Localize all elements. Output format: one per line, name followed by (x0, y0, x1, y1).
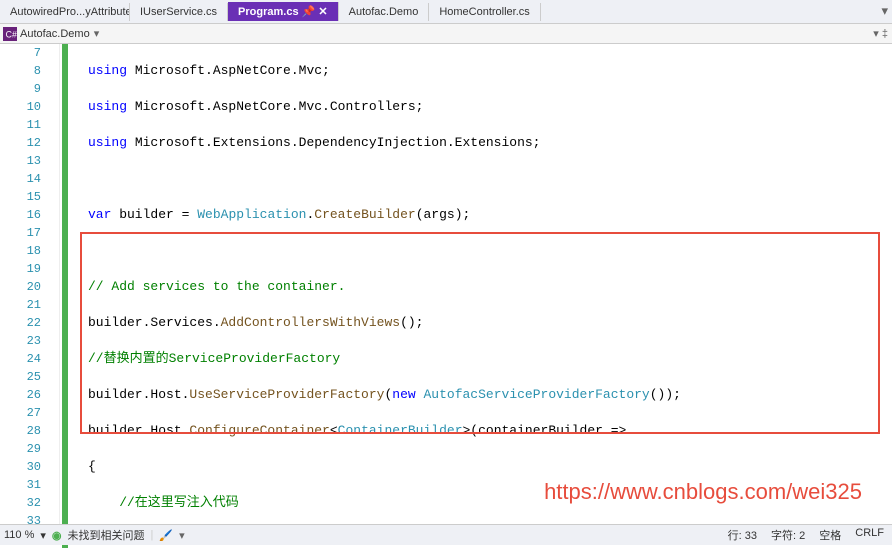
chevron-down-icon[interactable]: ▾ (94, 27, 100, 40)
divider: | (151, 529, 154, 541)
brush-icon[interactable]: 🖌️ (159, 529, 173, 542)
tab-autofacdemo[interactable]: Autofac.Demo (339, 3, 430, 21)
breadcrumb-bar: C# Autofac.Demo ▾ ▾ ‡ (0, 24, 892, 44)
zoom-level[interactable]: 110 % (4, 529, 34, 541)
tab-homecontroller[interactable]: HomeController.cs (429, 3, 540, 21)
tab-program-label: Program.cs (238, 6, 299, 18)
pin-icon[interactable]: 📌 (302, 6, 316, 18)
tab-overflow-icon[interactable]: ▾ (881, 4, 888, 19)
breadcrumb-project[interactable]: Autofac.Demo (20, 28, 90, 40)
chevron-down-icon[interactable]: ▾ (179, 529, 185, 542)
line-ending[interactable]: CRLF (855, 527, 884, 543)
caret-line: 行: 33 (728, 527, 757, 543)
status-bar: 110 % ▾ ◉ 未找到相关问题 | 🖌️ ▾ 行: 33 字符: 2 空格 … (0, 524, 892, 545)
zoom-dropdown-icon[interactable]: ▾ (40, 529, 46, 542)
tab-bar: AutowiredPro...yAttribute.cs IUserServic… (0, 0, 892, 24)
issues-ok-icon: ◉ (52, 529, 62, 542)
csharp-project-icon: C# (3, 27, 17, 41)
watermark-url: https://www.cnblogs.com/wei325 (544, 479, 862, 505)
close-icon[interactable]: ✕ (318, 6, 327, 18)
caret-char: 字符: 2 (771, 527, 805, 543)
nav-dropdown-icon[interactable]: ▾ ‡ (873, 27, 888, 40)
tab-program[interactable]: Program.cs 📌 ✕ (228, 2, 339, 21)
code-area[interactable]: using Microsoft.AspNetCore.Mvc; using Mi… (84, 44, 892, 524)
tab-autowired[interactable]: AutowiredPro...yAttribute.cs (0, 3, 130, 21)
svg-text:C#: C# (6, 29, 17, 39)
change-margin (60, 44, 84, 524)
issues-text[interactable]: 未找到相关问题 (68, 527, 145, 543)
line-number-gutter: 7891011121314151617181920212223242526272… (0, 44, 60, 524)
code-editor[interactable]: 7891011121314151617181920212223242526272… (0, 44, 892, 524)
indent-mode[interactable]: 空格 (819, 527, 841, 543)
tab-iuserservice[interactable]: IUserService.cs (130, 3, 228, 21)
